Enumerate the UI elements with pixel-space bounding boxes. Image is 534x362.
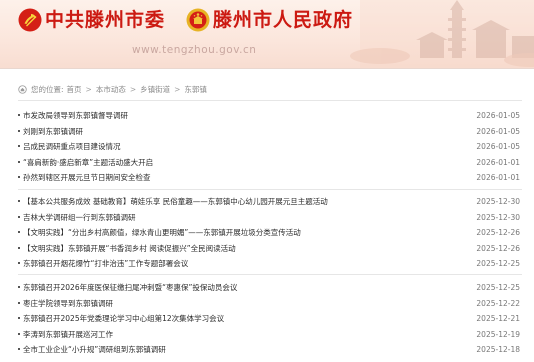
group-divider <box>18 189 522 190</box>
news-date: 2025-12-26 <box>476 228 520 237</box>
bullet-icon <box>18 332 20 335</box>
breadcrumb-local-news[interactable]: 本市动态 <box>96 84 126 95</box>
news-title[interactable]: “喜肩新韵·盛启新章”主题活动盛大开启 <box>23 155 153 171</box>
bullet-icon <box>18 215 20 218</box>
news-item[interactable]: 孙然到辖区开展元旦节日期间安全检查 2026-01-01 <box>18 170 522 186</box>
party-committee-title: 中共滕州市委 <box>45 9 166 31</box>
breadcrumb: 您的位置: 首页 > 本市动态 > 乡镇街道 > 东郭镇 <box>18 84 207 95</box>
news-list-group-1: 市发改局领导到东郭镇督导调研 2026-01-05 刘刚到东郭镇调研 2026-01… <box>18 108 522 186</box>
news-item[interactable]: 东郭镇召开烟花爆竹“打非治违”工作专题部署会议 2025-12-25 <box>18 256 522 272</box>
news-title[interactable]: 【文明实践】东郭镇开展“书香润乡村 阅读促振兴”全民阅读活动 <box>23 241 236 257</box>
news-date: 2025-12-19 <box>476 329 520 339</box>
group-divider <box>18 274 522 275</box>
news-date: 2025-12-30 <box>476 197 520 206</box>
bullet-icon <box>18 348 20 350</box>
news-date: 2025-12-22 <box>476 298 520 308</box>
news-item[interactable]: 市发改局领导到东郭镇督导调研 2026-01-05 <box>18 108 522 124</box>
news-item[interactable]: 枣庄学院领导到东郭镇调研 2025-12-22 <box>18 296 522 312</box>
party-emblem-icon <box>18 8 42 32</box>
news-title[interactable]: 东郭镇召开2026年度医保征缴扫尾冲刺暨“枣惠保”投保动员会议 <box>23 280 237 296</box>
news-item[interactable]: 吕成民调研重点项目建设情况 2026-01-05 <box>18 139 522 155</box>
news-item[interactable]: 【文明实践】“分出乡村高颜值，绿水青山更明媚”——东郭镇开展垃圾分类宣传活动 20… <box>18 225 522 241</box>
bullet-icon <box>18 262 20 264</box>
news-item[interactable]: 东郭镇召开2025年党委理论学习中心组第12次集体学习会议 2025-12-21 <box>18 311 522 327</box>
breadcrumb-separator: > <box>85 85 92 94</box>
news-title[interactable]: 市发改局领导到东郭镇督导调研 <box>23 108 128 124</box>
bullet-icon <box>18 301 20 304</box>
news-list-group-2: 【基本公共服务成效 基础教育】萌娃乐享 民俗童趣——东郭镇中心幼儿园开展元旦主题… <box>18 194 522 272</box>
news-date: 2026-01-05 <box>476 126 520 136</box>
bullet-icon <box>18 286 20 288</box>
news-title[interactable]: 刘刚到东郭镇调研 <box>23 124 83 140</box>
news-item[interactable]: 李涛到东郭镇开展巡河工作 2025-12-19 <box>18 327 522 343</box>
government-title: 滕州市人民政府 <box>213 9 354 31</box>
breadcrumb-divider <box>18 100 522 101</box>
site-url[interactable]: www.tengzhou.gov.cn <box>132 44 256 56</box>
bullet-icon <box>18 200 20 202</box>
news-date: 2025-12-18 <box>476 345 520 354</box>
news-title[interactable]: 【文明实践】“分出乡村高颜值，绿水青山更明媚”——东郭镇开展垃圾分类宣传活动 <box>23 225 301 241</box>
news-item[interactable]: 【文明实践】东郭镇开展“书香润乡村 阅读促振兴”全民阅读活动 2025-12-26 <box>18 241 522 257</box>
bullet-icon <box>18 231 20 233</box>
site-header: 中共滕州市委 滕州市人民政府 www.tengzhou.gov.cn <box>0 0 534 68</box>
news-date: 2026-01-05 <box>476 142 520 151</box>
bullet-icon <box>18 160 20 163</box>
breadcrumb-separator: > <box>129 85 137 94</box>
news-title[interactable]: 东郭镇召开2025年党委理论学习中心组第12次集体学习会议 <box>23 311 224 327</box>
news-item[interactable]: 【基本公共服务成效 基础教育】萌娃乐享 民俗童趣——东郭镇中心幼儿园开展元旦主题… <box>18 194 522 210</box>
news-title[interactable]: 东郭镇召开烟花爆竹“打非治违”工作专题部署会议 <box>23 256 188 272</box>
bullet-icon <box>18 145 20 147</box>
news-title[interactable]: 孙然到辖区开展元旦节日期间安全检查 <box>23 170 151 186</box>
bullet-icon <box>18 129 20 132</box>
news-date: 2026-01-01 <box>476 173 520 182</box>
news-date: 2025-12-21 <box>476 314 520 323</box>
breadcrumb-separator: > <box>174 85 181 94</box>
news-list-group-3: 东郭镇召开2026年度医保征缴扫尾冲刺暨“枣惠保”投保动员会议 2025-12-2… <box>18 280 522 358</box>
news-title[interactable]: 全市工业企业“小升规”调研组到东郭镇调研 <box>23 342 166 358</box>
breadcrumb-prefix: 您的位置: <box>31 85 64 94</box>
breadcrumb-current[interactable]: 东郭镇 <box>184 84 207 95</box>
news-title[interactable]: 吉林大学调研组一行到东郭镇调研 <box>23 210 136 226</box>
news-item[interactable]: 刘刚到东郭镇调研 2026-01-05 <box>18 124 522 140</box>
news-title[interactable]: 枣庄学院领导到东郭镇调研 <box>23 296 113 312</box>
news-date: 2026-01-05 <box>476 111 520 120</box>
news-title[interactable]: 吕成民调研重点项目建设情况 <box>23 139 121 155</box>
news-item[interactable]: 吉林大学调研组一行到东郭镇调研 2025-12-30 <box>18 210 522 226</box>
news-item[interactable]: 东郭镇召开2026年度医保征缴扫尾冲刺暨“枣惠保”投保动员会议 2025-12-2… <box>18 280 522 296</box>
news-date: 2026-01-01 <box>476 157 520 167</box>
breadcrumb-towns[interactable]: 乡镇街道 <box>140 84 170 95</box>
news-item[interactable]: “喜肩新韵·盛启新章”主题活动盛大开启 2026-01-01 <box>18 155 522 171</box>
location-icon <box>18 85 27 94</box>
news-date: 2025-12-25 <box>476 283 520 292</box>
news-item[interactable]: 全市工业企业“小升规”调研组到东郭镇调研 2025-12-18 <box>18 342 522 358</box>
news-title[interactable]: 【基本公共服务成效 基础教育】萌娃乐享 民俗童趣——东郭镇中心幼儿园开展元旦主题… <box>23 194 328 210</box>
bullet-icon <box>18 176 20 178</box>
news-date: 2025-12-30 <box>476 212 520 222</box>
bullet-icon <box>18 114 20 116</box>
news-date: 2025-12-26 <box>476 243 520 253</box>
national-emblem-icon <box>186 8 210 32</box>
breadcrumb-home[interactable]: 首页 <box>67 84 82 95</box>
bullet-icon <box>18 317 20 319</box>
bullet-icon <box>18 246 20 249</box>
news-title[interactable]: 李涛到东郭镇开展巡河工作 <box>23 327 113 343</box>
news-date: 2025-12-25 <box>476 259 520 268</box>
header-divider <box>0 68 534 69</box>
